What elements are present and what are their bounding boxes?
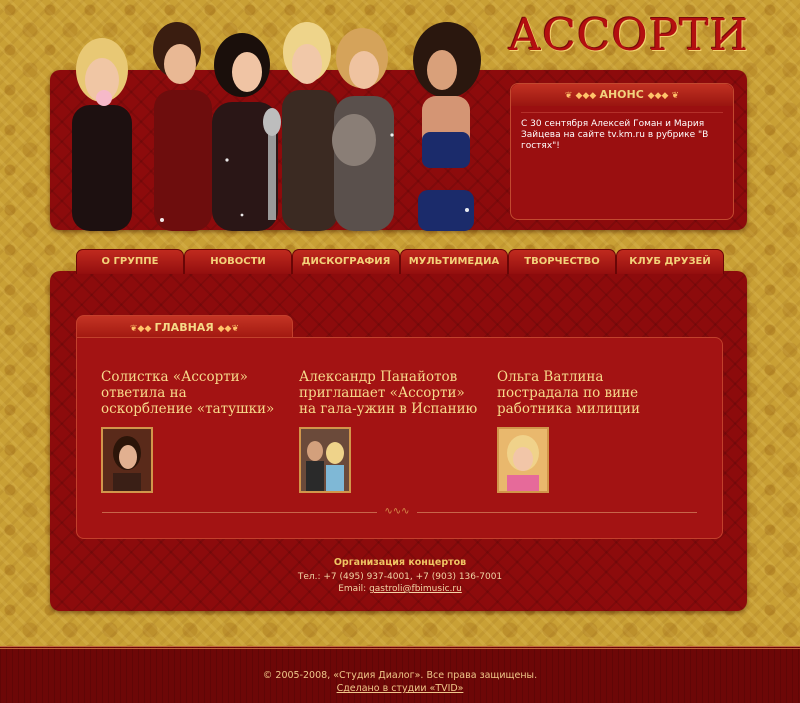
tab-main[interactable]: ❦◆◆ ГЛАВНАЯ ◆◆❦ [76, 315, 293, 339]
ornament-icon: ∿∿∿ [377, 506, 417, 518]
contacts-email-link[interactable]: gastroli@fbimusic.ru [369, 584, 462, 594]
contacts-email-line: Email: gastroli@fbimusic.ru [250, 583, 550, 595]
news-content-box: Солистка «Ассорти» ответила на оскорблен… [76, 337, 723, 539]
nav-tab-news[interactable]: НОВОСТИ [184, 249, 292, 274]
news-thumbnail[interactable] [299, 427, 351, 493]
ornament-right-icon: ◆◆◆ ❦ [647, 91, 680, 101]
footer-copyright: © 2005-2008, «Студия Диалог». Все права … [262, 670, 538, 681]
contacts-email-prefix: Email: [338, 584, 370, 594]
tab-main-label: ГЛАВНАЯ [154, 321, 214, 334]
ornament-left-icon: ❦◆◆ [130, 324, 155, 334]
anons-text: С 30 сентября Алексей Гоман и Мария Зайц… [521, 112, 723, 152]
anons-title: АНОНС [599, 88, 644, 101]
footer-text: © 2005-2008, «Студия Диалог». Все права … [0, 669, 800, 695]
contacts-phone: Тел.: +7 (495) 937-4001, +7 (903) 136-70… [297, 572, 503, 582]
news-item: Солистка «Ассорти» ответила на оскорблен… [101, 369, 281, 417]
contacts-block: Организация концертов Тел.: +7 (495) 937… [250, 557, 550, 595]
news-title[interactable]: Ольга Ватлина пострадала по вине работни… [497, 369, 677, 417]
news-title[interactable]: Александр Панайотов приглашает «Ассорти»… [299, 369, 479, 417]
news-title[interactable]: Солистка «Ассорти» ответила на оскорблен… [101, 369, 281, 417]
main-nav: О ГРУППЕ НОВОСТИ ДИСКОГРАФИЯ МУЛЬТИМЕДИА… [76, 249, 724, 274]
news-thumbnail[interactable] [497, 427, 549, 493]
nav-tab-creativity[interactable]: ТВОРЧЕСТВО [508, 249, 616, 274]
news-thumbnail[interactable] [101, 427, 153, 493]
nav-tab-discography[interactable]: ДИСКОГРАФИЯ [292, 249, 400, 274]
site-logo[interactable]: АССОРТИ [508, 8, 748, 64]
nav-tab-about[interactable]: О ГРУППЕ [76, 249, 184, 274]
anons-header: ❦ ◆◆◆ АНОНС ◆◆◆ ❦ [511, 84, 733, 106]
anons-box: ❦ ◆◆◆ АНОНС ◆◆◆ ❦ С 30 сентября Алексей … [510, 83, 734, 220]
footer: © 2005-2008, «Студия Диалог». Все права … [0, 646, 800, 703]
ornament-right-icon: ◆◆❦ [217, 324, 239, 334]
news-item: Ольга Ватлина пострадала по вине работни… [497, 369, 677, 417]
news-item: Александр Панайотов приглашает «Ассорти»… [299, 369, 479, 417]
nav-tab-fan-club[interactable]: КЛУБ ДРУЗЕЙ [616, 249, 724, 274]
group-photo [62, 10, 502, 231]
ornament-left-icon: ❦ ◆◆◆ [564, 91, 600, 101]
footer-made-by-link[interactable]: Сделано в студии «TVID» [337, 683, 464, 694]
nav-tab-multimedia[interactable]: МУЛЬТИМЕДИА [400, 249, 508, 274]
contacts-title: Организация концертов [333, 557, 467, 568]
